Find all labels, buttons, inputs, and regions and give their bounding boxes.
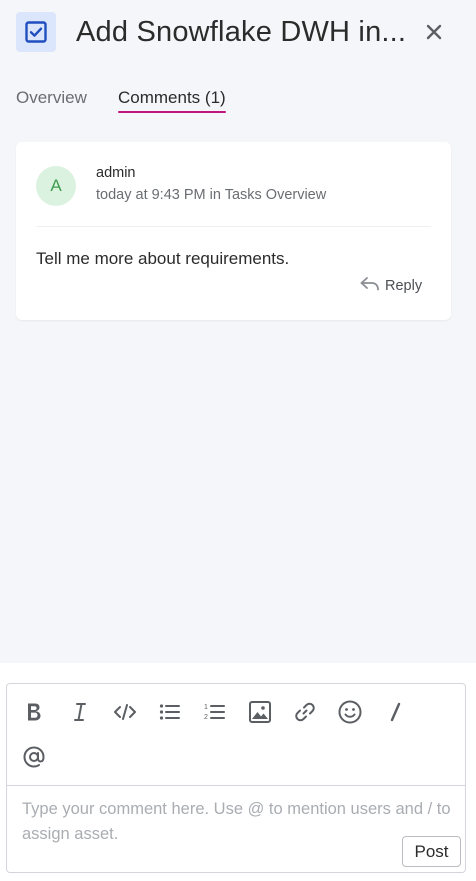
page-title: Add Snowflake DWH in... [76,16,407,48]
code-icon[interactable] [110,697,140,727]
comment-card: A admin today at 9:43 PM in Tasks Overvi… [16,142,451,320]
close-icon[interactable] [420,18,448,46]
comment-meta: today at 9:43 PM in Tasks Overview [96,187,327,203]
tab-comments[interactable]: Comments (1) [118,86,226,113]
reply-arrow-icon [359,275,381,297]
comment-text: Tell me more about requirements. [36,249,290,268]
link-icon[interactable] [290,697,320,727]
header: Add Snowflake DWH in... [0,0,476,70]
reply-button[interactable]: Reply [359,276,422,296]
numbered-list-icon[interactable]: 1 2 [200,697,230,727]
comment-author: admin [96,165,136,181]
post-button[interactable]: Post [402,836,461,867]
comment-editor: 1 2 Type your comment here. Use @ to men… [6,683,466,873]
bullet-list-icon[interactable] [155,697,185,727]
divider [36,226,431,227]
avatar: A [36,166,76,206]
bold-icon[interactable] [19,697,49,727]
slash-command-icon[interactable] [380,697,410,727]
comment-input[interactable]: Type your comment here. Use @ to mention… [22,797,452,847]
emoji-icon[interactable] [335,697,365,727]
image-icon[interactable] [245,697,275,727]
svg-text:2: 2 [204,714,208,721]
mention-icon[interactable] [19,742,49,772]
divider [7,785,465,786]
tab-overview[interactable]: Overview [16,86,87,110]
task-detail-panel: Add Snowflake DWH in... Overview Comment… [0,0,476,881]
svg-text:1: 1 [204,704,208,711]
checkbox-task-icon [16,12,56,52]
italic-icon[interactable] [65,697,95,727]
reply-label: Reply [385,278,423,294]
